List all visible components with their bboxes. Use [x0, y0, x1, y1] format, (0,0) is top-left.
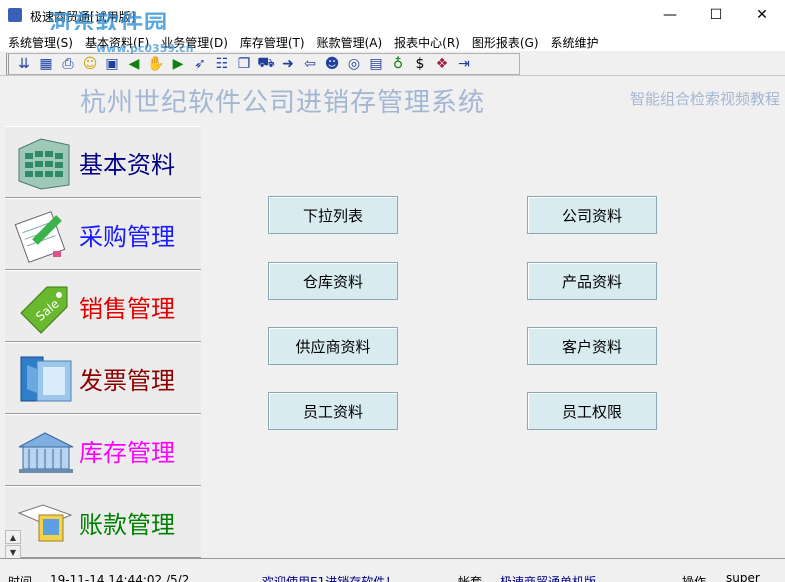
- smiley-icon[interactable]: ☺: [79, 54, 101, 74]
- menu-graph-reports[interactable]: 图形报表(G): [466, 30, 545, 51]
- sidebar-item-inventory[interactable]: 库存管理: [5, 414, 201, 486]
- company-info-button[interactable]: 公司资料: [527, 196, 657, 234]
- export-icon[interactable]: ➜: [277, 54, 299, 74]
- sidebar-scroll-up[interactable]: ▲: [5, 530, 21, 544]
- employee-info-button[interactable]: 员工资料: [268, 392, 398, 430]
- status-welcome: 欢迎使用E1进销存软件！: [262, 575, 398, 582]
- status-account-label: 帐套: [458, 575, 483, 582]
- sidebar-item-label: 基本资料: [79, 151, 175, 179]
- product-info-button[interactable]: 产品资料: [527, 262, 657, 300]
- title-bar: 极速商贸通[试用版] 河东软件园 — ☐ ✕: [0, 0, 785, 37]
- sidebar-item-label: 账款管理: [79, 511, 175, 539]
- toolbar-strip: ⇊ ▦ ⎙ ☺ ▣ ◀ ✋ ▶ ➶ ☷ ❐ ⛟ ➜ ⇦ ☻ ◎ ▤ ♁ $ ❖ …: [6, 53, 520, 75]
- system-title: 杭州世纪软件公司进销存管理系统: [80, 88, 486, 118]
- accounts-icon: [17, 504, 73, 542]
- maximize-button[interactable]: ☐: [693, 0, 739, 30]
- menu-accounts[interactable]: 账款管理(A): [311, 30, 389, 51]
- sidebar-item-basic-data[interactable]: 基本资料: [5, 126, 201, 198]
- toolbar: ⇊ ▦ ⎙ ☺ ▣ ◀ ✋ ▶ ➶ ☷ ❐ ⛟ ➜ ⇦ ☻ ◎ ▤ ♁ $ ❖ …: [0, 52, 785, 76]
- status-bar: 时间 19-11-14 14:44:02 /5/2 欢迎使用E1进销存软件！ 帐…: [0, 558, 785, 582]
- status-time-value: 19-11-14 14:44:02 /5/2: [50, 573, 190, 582]
- binoculars-icon[interactable]: ◎: [343, 54, 365, 74]
- book-icon[interactable]: ❖: [431, 54, 453, 74]
- status-time-label: 时间: [8, 575, 33, 582]
- status-operator-label: 操作: [682, 575, 707, 582]
- sidebar-scroll-down[interactable]: ▼: [5, 545, 21, 559]
- arrow-left-icon[interactable]: ◀: [123, 54, 145, 74]
- sidebar-item-invoice[interactable]: 发票管理: [5, 342, 201, 414]
- menu-inventory[interactable]: 库存管理(T): [234, 30, 311, 51]
- menu-maintenance[interactable]: 系统维护: [545, 30, 605, 51]
- sidebar-item-label: 发票管理: [79, 367, 175, 395]
- user-icon[interactable]: ☻: [321, 54, 343, 74]
- sidebar-item-sales[interactable]: Sale 销售管理: [5, 270, 201, 342]
- menu-system[interactable]: 系统管理(S): [0, 30, 79, 51]
- sidebar-item-label: 销售管理: [79, 295, 175, 323]
- import-icon[interactable]: ⇦: [299, 54, 321, 74]
- warehouse-info-button[interactable]: 仓库资料: [268, 262, 398, 300]
- menu-reports[interactable]: 报表中心(R): [388, 30, 466, 51]
- employee-permission-button[interactable]: 员工权限: [527, 392, 657, 430]
- tree-icon[interactable]: ☷: [211, 54, 233, 74]
- customer-info-button[interactable]: 客户资料: [527, 327, 657, 365]
- app-icon: [8, 8, 22, 22]
- sidebar: 基本资料 采购管理 Sale 销售管理 发票管理 库存管理 账款管理: [5, 126, 201, 558]
- video-tutorial-link[interactable]: 智能组合检索视频教程: [630, 88, 780, 109]
- double-arrow-icon[interactable]: ⇊: [13, 54, 35, 74]
- walk-icon[interactable]: ✋: [145, 54, 167, 74]
- status-account-value: 极速商贸通单机版: [500, 575, 597, 582]
- close-button[interactable]: ✕: [739, 0, 785, 30]
- status-operator-value: super: [726, 571, 760, 582]
- sidebar-item-label: 库存管理: [79, 439, 175, 467]
- moneybag-icon[interactable]: ♁: [387, 54, 409, 74]
- supplier-info-button[interactable]: 供应商资料: [268, 327, 398, 365]
- notepad-pencil-icon: [14, 211, 66, 263]
- card-icon[interactable]: ▣: [101, 54, 123, 74]
- sidebar-item-accounts[interactable]: 账款管理: [5, 486, 201, 558]
- run-icon[interactable]: ➶: [189, 54, 211, 74]
- report-icon[interactable]: ▤: [365, 54, 387, 74]
- invoice-folder-icon: [20, 356, 72, 402]
- grid-icon[interactable]: ▦: [35, 54, 57, 74]
- copy-icon[interactable]: ❐: [233, 54, 255, 74]
- exit-icon[interactable]: ⇥: [453, 54, 475, 74]
- building-grid-icon: [18, 138, 70, 190]
- warehouse-icon: [18, 432, 74, 473]
- sidebar-item-label: 采购管理: [79, 223, 175, 251]
- watermark-url: www.pc0359.cn: [96, 42, 194, 55]
- truck-icon[interactable]: ⛟: [255, 54, 277, 74]
- arrow-right-icon[interactable]: ▶: [167, 54, 189, 74]
- print-icon[interactable]: ⎙: [57, 54, 79, 74]
- minimize-button[interactable]: —: [647, 0, 693, 30]
- sidebar-item-purchase[interactable]: 采购管理: [5, 198, 201, 270]
- dollar-icon[interactable]: $: [409, 54, 431, 74]
- dropdown-list-button[interactable]: 下拉列表: [268, 196, 398, 234]
- sale-tag-icon: Sale: [20, 286, 68, 334]
